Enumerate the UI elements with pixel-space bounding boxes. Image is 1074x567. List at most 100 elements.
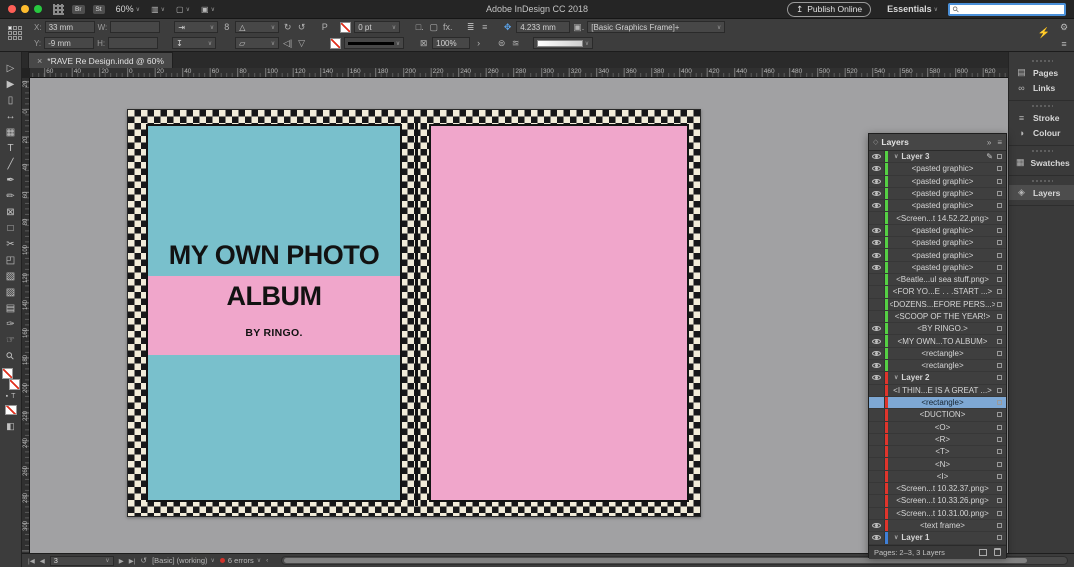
- hand-tool[interactable]: ☞: [2, 332, 20, 348]
- line-tool[interactable]: ╱: [2, 156, 20, 172]
- gradient-swatch-dropdown[interactable]: ∨: [533, 37, 594, 49]
- layer-item-name[interactable]: <Screen...t 10.31.00.png>: [890, 509, 995, 518]
- visibility-toggle[interactable]: [869, 433, 885, 446]
- layer-item-name[interactable]: <text frame>: [890, 521, 995, 530]
- page-left[interactable]: MY OWN PHOTO ALBUM BY RINGO.: [146, 124, 402, 502]
- scale-y-dropdown[interactable]: ↧ ∨: [172, 37, 217, 49]
- layer-row[interactable]: ∨ Layer 3 ✎: [869, 151, 1006, 164]
- type-tool[interactable]: T: [2, 140, 20, 156]
- x-position-field[interactable]: 33 mm: [44, 21, 95, 33]
- ruler-origin-corner[interactable]: [22, 68, 30, 78]
- layer-selection-square[interactable]: [997, 326, 1002, 332]
- dock-item-links[interactable]: ∞ Links: [1009, 80, 1074, 95]
- layer-row[interactable]: <MY OWN...TO ALBUM>: [869, 335, 1006, 348]
- previous-page-button[interactable]: ◀: [40, 557, 45, 565]
- layer-row[interactable]: <DUCTION>: [869, 409, 1006, 422]
- layer-selection-square[interactable]: [997, 400, 1002, 406]
- visibility-toggle[interactable]: [869, 507, 885, 519]
- arrange-documents-dropdown[interactable]: ▣ ∨: [201, 5, 215, 14]
- panel-menu-icon[interactable]: ≡: [997, 138, 1002, 147]
- layers-panel-header[interactable]: ◇ Layers » ≡: [869, 134, 1006, 151]
- rotate-cw-icon[interactable]: ↻: [282, 22, 293, 33]
- visibility-toggle[interactable]: [869, 151, 885, 163]
- layer-selection-square[interactable]: [997, 523, 1002, 529]
- workspace-dropdown[interactable]: Essentials ∨: [887, 4, 938, 14]
- layer-selection-square[interactable]: [997, 338, 1002, 344]
- selection-tool[interactable]: ▷: [2, 60, 20, 76]
- visibility-toggle[interactable]: [869, 421, 885, 433]
- collapse-panel-icon[interactable]: »: [987, 138, 991, 147]
- visibility-toggle[interactable]: [869, 237, 885, 249]
- layer-selection-square[interactable]: [997, 412, 1002, 418]
- layer-selection-square[interactable]: [997, 240, 1002, 246]
- screen-mode-button[interactable]: ◧: [6, 421, 15, 432]
- visibility-toggle[interactable]: [869, 495, 885, 507]
- frame-fitting-icon[interactable]: ▣.: [573, 22, 584, 33]
- stroke-color-chip[interactable]: [8, 379, 20, 390]
- layer-selection-square[interactable]: [997, 350, 1002, 356]
- stroke-color-none-chip[interactable]: [340, 21, 352, 33]
- layer-row[interactable]: <Beatle...ul sea stuff.png>: [869, 273, 1006, 287]
- zoom-level-dropdown[interactable]: 60% ∨: [116, 4, 140, 14]
- search-input[interactable]: [960, 4, 1051, 14]
- layer-selection-square[interactable]: [997, 178, 1002, 184]
- preflight-refresh-icon[interactable]: ↺: [140, 556, 147, 565]
- layer-row[interactable]: <T>: [869, 446, 1006, 459]
- gap-value-field[interactable]: 4.233 mm: [516, 21, 571, 33]
- layer-item-name[interactable]: <pasted graphic>: [890, 177, 995, 186]
- layer-row[interactable]: <Screen...t 14.52.22.png>: [869, 212, 1006, 225]
- layer-selection-square[interactable]: [997, 449, 1002, 455]
- visibility-toggle[interactable]: [869, 298, 885, 310]
- opacity-field[interactable]: 100%: [432, 37, 471, 49]
- visibility-toggle[interactable]: [869, 323, 885, 335]
- free-transform-tool[interactable]: ◰: [2, 252, 20, 268]
- layer-item-name[interactable]: <Screen...t 10.33.26.png>: [890, 496, 995, 505]
- layer-item-name[interactable]: <MY OWN...TO ALBUM>: [890, 337, 995, 346]
- next-page-button[interactable]: ▶: [119, 557, 124, 565]
- layer-row[interactable]: <pasted graphic>: [869, 261, 1006, 274]
- scroll-left-icon[interactable]: ‹: [266, 557, 268, 564]
- layer-group-name[interactable]: ∨ Layer 2: [890, 373, 995, 382]
- visibility-toggle[interactable]: [869, 310, 885, 323]
- visibility-toggle[interactable]: [869, 286, 885, 298]
- preflight-errors-dropdown[interactable]: 6 errors ∨: [219, 556, 261, 565]
- expand-caret-icon[interactable]: ∨: [894, 374, 898, 381]
- layer-item-name[interactable]: <N>: [890, 460, 995, 469]
- visibility-toggle[interactable]: [869, 360, 885, 372]
- layer-selection-square[interactable]: [997, 473, 1002, 479]
- layer-item-name[interactable]: <pasted graphic>: [890, 189, 995, 198]
- stroke-style-dropdown[interactable]: ∨: [344, 37, 405, 49]
- shear-x-dropdown[interactable]: △ ∨: [235, 21, 280, 33]
- bridge-button[interactable]: Br: [72, 4, 85, 14]
- pencil-tool[interactable]: ✏: [2, 188, 20, 204]
- layer-selection-square[interactable]: [997, 191, 1002, 197]
- close-tab-icon[interactable]: ×: [37, 56, 42, 66]
- layer-item-name[interactable]: <T>: [890, 447, 995, 456]
- layer-selection-square[interactable]: [997, 264, 1002, 270]
- last-page-button[interactable]: ▶|: [129, 557, 136, 565]
- formatting-container-icon[interactable]: ▪: [6, 393, 8, 400]
- layer-item-name[interactable]: <pasted graphic>: [890, 164, 995, 173]
- visibility-toggle[interactable]: [869, 483, 885, 495]
- album-title-line2[interactable]: ALBUM: [148, 283, 400, 310]
- opacity-icon[interactable]: ⊠: [418, 38, 429, 49]
- layer-row[interactable]: <R>: [869, 433, 1006, 447]
- layer-item-name[interactable]: <Screen...t 10.32.37.png>: [890, 484, 995, 493]
- search-box[interactable]: ⚲: [948, 2, 1066, 16]
- layer-item-name[interactable]: <pasted graphic>: [890, 226, 995, 235]
- shear-y-dropdown[interactable]: ▱ ∨: [235, 37, 280, 49]
- layer-selection-square[interactable]: [997, 215, 1002, 221]
- layer-selection-square[interactable]: [997, 203, 1002, 209]
- align-top-icon[interactable]: ≣: [465, 22, 476, 33]
- preflight-profile-dropdown[interactable]: [Basic] (working) ∨: [152, 556, 215, 565]
- rectangle-tool[interactable]: □: [2, 220, 20, 236]
- visibility-toggle[interactable]: [869, 409, 885, 421]
- layer-row[interactable]: <N>: [869, 458, 1006, 471]
- gap-tool[interactable]: ↔: [2, 108, 20, 124]
- rotate-ccw-icon[interactable]: ↺: [296, 22, 307, 33]
- first-page-button[interactable]: |◀: [28, 557, 35, 565]
- panel-menu-icon[interactable]: ≡: [1061, 39, 1066, 49]
- layer-item-name[interactable]: <Beatle...ul sea stuff.png>: [890, 275, 995, 284]
- flip-horizontal-icon[interactable]: ◁|: [282, 38, 293, 49]
- layer-selection-square[interactable]: [997, 387, 1002, 393]
